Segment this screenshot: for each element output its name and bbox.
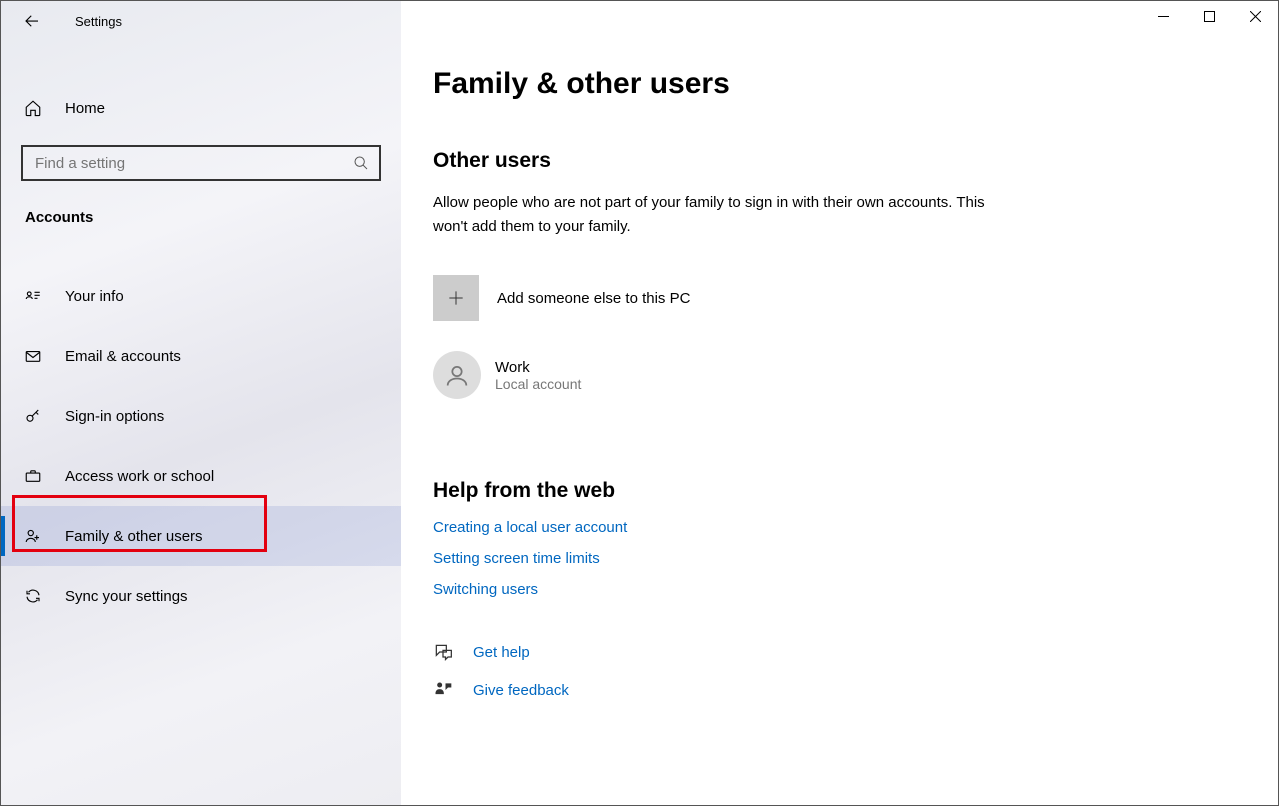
- help-link-switching[interactable]: Switching users: [433, 581, 1246, 598]
- add-user-label: Add someone else to this PC: [497, 290, 690, 307]
- avatar-icon: [433, 351, 481, 399]
- nav-label: Sign-in options: [65, 408, 164, 425]
- minimize-button[interactable]: [1140, 1, 1186, 31]
- sidebar: Settings Home Accounts Your info Email &…: [1, 1, 401, 805]
- nav-label: Your info: [65, 288, 124, 305]
- nav-sync[interactable]: Sync your settings: [1, 566, 401, 626]
- search-input[interactable]: [33, 154, 353, 173]
- get-help-link[interactable]: Get help: [473, 644, 530, 661]
- add-user-button[interactable]: Add someone else to this PC: [433, 275, 1246, 321]
- help-link-screen-time[interactable]: Setting screen time limits: [433, 550, 1246, 567]
- other-users-heading: Other users: [433, 149, 1246, 173]
- key-icon: [23, 407, 43, 425]
- help-chat-icon: [433, 642, 457, 662]
- back-button[interactable]: [23, 12, 41, 30]
- people-icon: [23, 527, 43, 545]
- search-icon: [353, 155, 369, 171]
- user-type: Local account: [495, 376, 581, 392]
- window-controls: [1140, 1, 1278, 31]
- nav-family[interactable]: Family & other users: [1, 506, 401, 566]
- page-title: Family & other users: [433, 67, 1246, 101]
- nav-email[interactable]: Email & accounts: [1, 326, 401, 386]
- nav-label: Family & other users: [65, 528, 203, 545]
- sync-icon: [23, 587, 43, 605]
- nav-work-school[interactable]: Access work or school: [1, 446, 401, 506]
- give-feedback-link[interactable]: Give feedback: [473, 682, 569, 699]
- nav-label: Access work or school: [65, 468, 214, 485]
- feedback-icon: [433, 680, 457, 700]
- nav-label: Sync your settings: [65, 588, 188, 605]
- person-card-icon: [23, 287, 43, 305]
- nav-your-info[interactable]: Your info: [1, 266, 401, 326]
- home-nav[interactable]: Home: [1, 85, 401, 131]
- section-label: Accounts: [1, 181, 401, 226]
- close-button[interactable]: [1232, 1, 1278, 31]
- window-title: Settings: [75, 14, 122, 29]
- help-link-local-account[interactable]: Creating a local user account: [433, 519, 1246, 536]
- search-box[interactable]: [21, 145, 381, 181]
- home-icon: [23, 99, 43, 117]
- user-account-row[interactable]: Work Local account: [433, 351, 1246, 399]
- nav-signin[interactable]: Sign-in options: [1, 386, 401, 446]
- nav-label: Email & accounts: [65, 348, 181, 365]
- mail-icon: [23, 347, 43, 365]
- user-name: Work: [495, 359, 581, 376]
- other-users-desc: Allow people who are not part of your fa…: [433, 191, 993, 239]
- maximize-button[interactable]: [1186, 1, 1232, 31]
- plus-icon: [433, 275, 479, 321]
- help-heading: Help from the web: [433, 479, 1246, 503]
- briefcase-icon: [23, 467, 43, 485]
- home-label: Home: [65, 100, 105, 117]
- main-panel: Family & other users Other users Allow p…: [401, 1, 1278, 805]
